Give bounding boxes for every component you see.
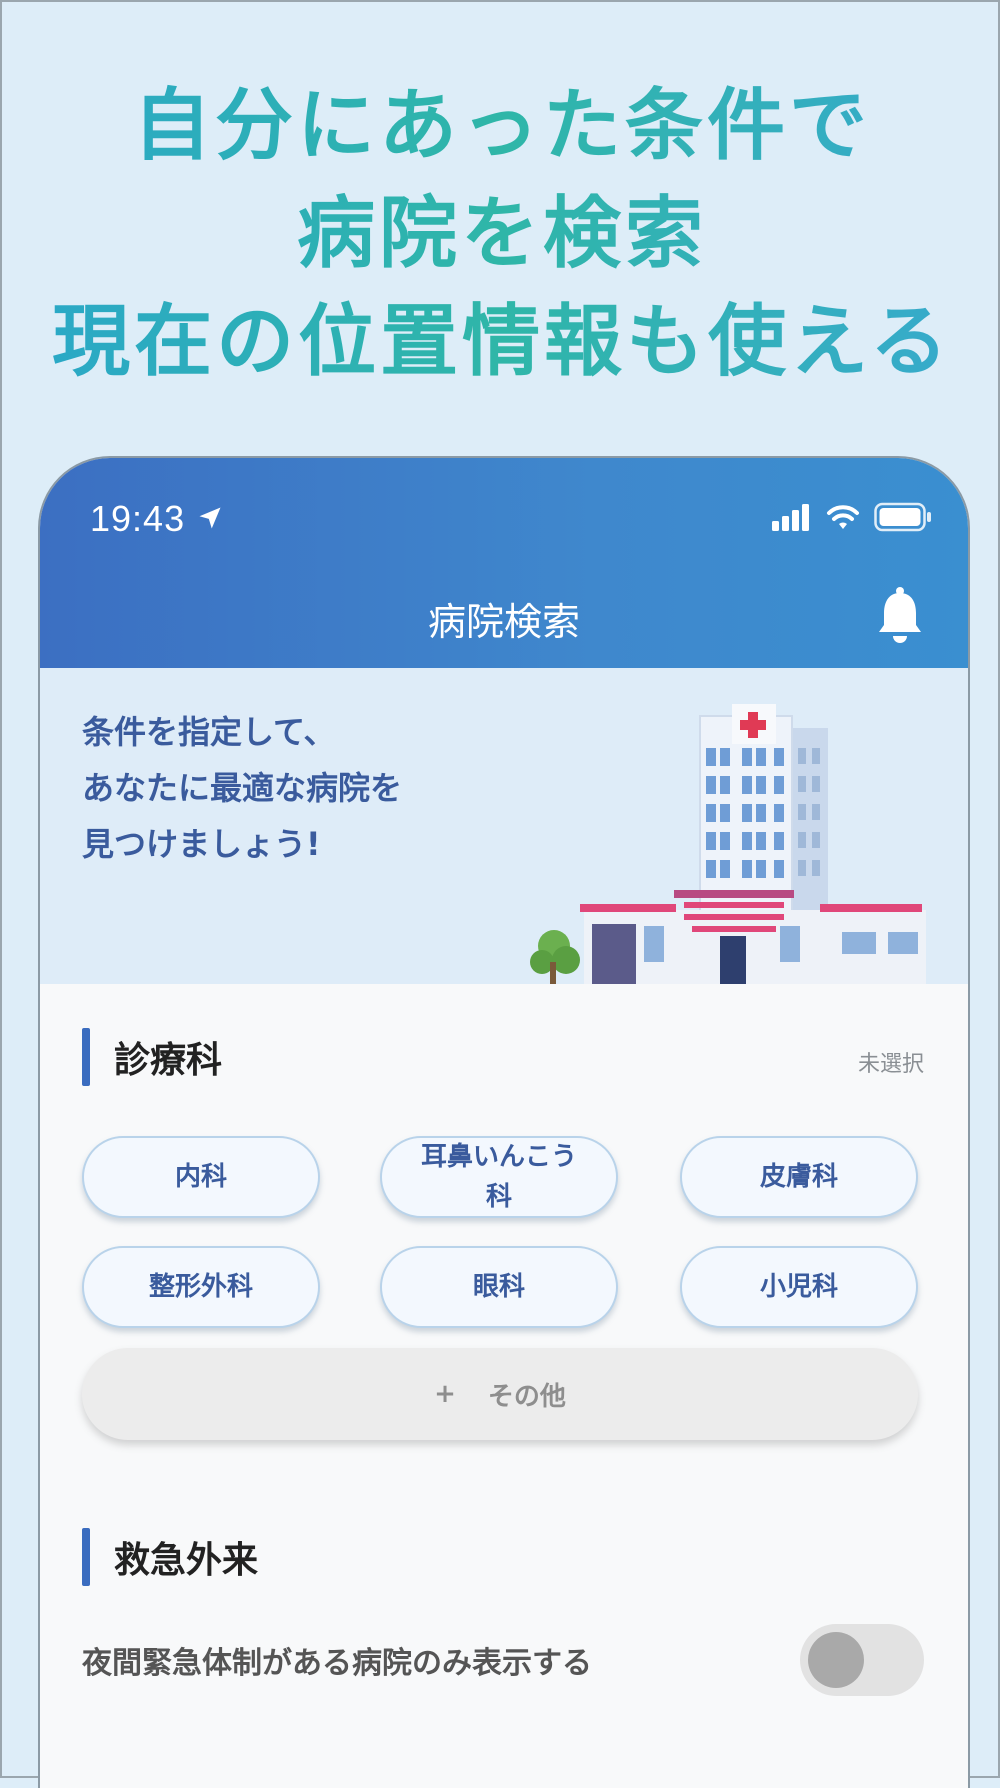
toggle-knob bbox=[808, 1632, 864, 1688]
page-title: 病院検索 bbox=[427, 600, 580, 644]
hero-banner: 条件を指定して、 あなたに最適な病院を 見つけましょう! bbox=[40, 668, 968, 984]
chip-orthopedics[interactable]: 整形外科 bbox=[82, 1246, 320, 1328]
chip-pediatrics[interactable]: 小児科 bbox=[680, 1246, 918, 1328]
other-departments-label: その他 bbox=[487, 1381, 566, 1412]
hero-text: 条件を指定して、 あなたに最適な病院を 見つけましょう! bbox=[82, 713, 403, 863]
chip-ent[interactable]: 耳鼻いんこう科 bbox=[380, 1136, 618, 1218]
headline-line-3: 現在の位置情報も使える bbox=[2, 288, 1000, 396]
emergency-section-title: 救急外来 bbox=[114, 1540, 259, 1581]
hospital-illustration bbox=[530, 704, 926, 984]
chip-internal-medicine[interactable]: 内科 bbox=[82, 1136, 320, 1218]
battery-icon bbox=[874, 502, 931, 532]
section-accent-bar bbox=[82, 1028, 90, 1086]
promo-headline: 自分にあった条件で 病院を検索 現在の位置情報も使える bbox=[2, 72, 1000, 396]
department-section-header: 診療科 bbox=[82, 1028, 222, 1086]
chip-ophthalmology[interactable]: 眼科 bbox=[380, 1246, 618, 1328]
emergency-section-header: 救急外来 bbox=[82, 1528, 258, 1586]
department-selection-status: 未選択 bbox=[857, 1052, 924, 1077]
wifi-icon bbox=[827, 505, 859, 529]
chip-dermatology[interactable]: 皮膚科 bbox=[680, 1136, 918, 1218]
signal-icon bbox=[772, 504, 809, 531]
status-time: 19:43 bbox=[90, 498, 186, 539]
department-section-title: 診療科 bbox=[114, 1040, 223, 1081]
bell-icon[interactable] bbox=[876, 585, 924, 645]
section-accent-bar bbox=[82, 1528, 90, 1586]
headline-line-1: 自分にあった条件で bbox=[2, 72, 1000, 180]
night-emergency-label: 夜間緊急体制がある病院のみ表示する bbox=[82, 1646, 592, 1681]
other-departments-button[interactable]: + その他 bbox=[82, 1348, 918, 1440]
app-header: 19:43 病院検索 bbox=[40, 458, 968, 668]
headline-line-2: 病院を検索 bbox=[2, 180, 1000, 288]
plus-icon: + bbox=[434, 1379, 456, 1409]
status-icons bbox=[772, 502, 932, 532]
night-emergency-toggle[interactable] bbox=[800, 1624, 924, 1696]
phone-screen: 19:43 病院検索 条件を指定して、 あなたに最適な病院を 見つけましょう! … bbox=[38, 456, 970, 1788]
location-arrow-icon bbox=[199, 507, 221, 529]
